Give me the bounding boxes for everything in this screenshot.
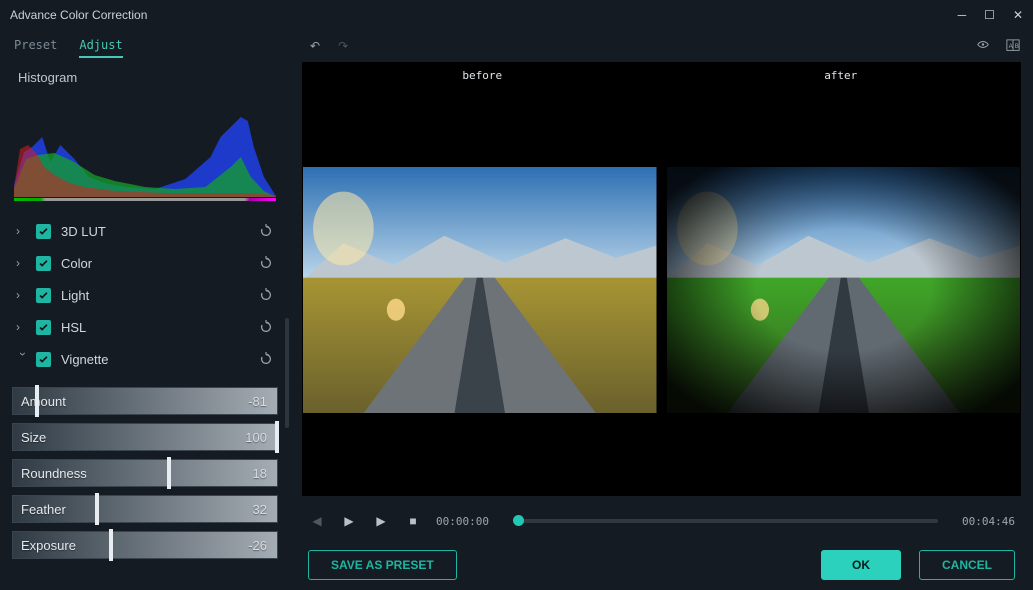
adjust-row-color: › Color	[6, 247, 284, 279]
after-label: after	[662, 63, 1021, 89]
slider-feather[interactable]: Feather 32	[12, 495, 278, 523]
compare-view-icon[interactable]: AB	[1005, 38, 1021, 54]
slider-value: -26	[248, 538, 267, 553]
adjust-label: Vignette	[61, 352, 256, 367]
scrollbar[interactable]	[285, 318, 289, 428]
titlebar: Advance Color Correction ─ ☐ ✕	[0, 0, 1033, 30]
bottom-bar: SAVE AS PRESET OK CANCEL	[290, 540, 1033, 590]
time-current: 00:00:00	[436, 515, 489, 528]
prev-frame-icon: ◀	[308, 512, 326, 530]
left-panel: Preset Adjust Histogram › 3D LUT › Color	[0, 30, 290, 590]
chevron-right-icon[interactable]: ›	[16, 288, 30, 302]
slider-handle[interactable]	[275, 421, 279, 453]
cancel-button[interactable]: CANCEL	[919, 550, 1015, 580]
slider-handle[interactable]	[35, 385, 39, 417]
adjust-list: › 3D LUT › Color › Light › HSL	[0, 209, 290, 385]
adjust-label: 3D LUT	[61, 224, 256, 239]
slider-size[interactable]: Size 100	[12, 423, 278, 451]
slider-exposure[interactable]: Exposure -26	[12, 531, 278, 559]
minimize-icon[interactable]: ─	[958, 8, 967, 22]
adjust-label: Light	[61, 288, 256, 303]
slider-handle[interactable]	[109, 529, 113, 561]
tab-adjust[interactable]: Adjust	[79, 38, 122, 58]
checkbox-color[interactable]	[36, 256, 51, 271]
slider-value: 100	[245, 430, 267, 445]
redo-icon: ↷	[338, 39, 348, 53]
slider-handle[interactable]	[167, 457, 171, 489]
slider-roundness[interactable]: Roundness 18	[12, 459, 278, 487]
time-total: 00:04:46	[962, 515, 1015, 528]
after-pane	[667, 167, 1021, 413]
before-pane	[303, 167, 657, 413]
chevron-right-icon[interactable]: ›	[16, 320, 30, 334]
checkbox-vignette[interactable]	[36, 352, 51, 367]
checkbox-hsl[interactable]	[36, 320, 51, 335]
chevron-right-icon[interactable]: ›	[16, 224, 30, 238]
reset-icon[interactable]	[256, 285, 276, 305]
chevron-down-icon[interactable]: ›	[16, 352, 30, 366]
undo-icon[interactable]: ↶	[310, 39, 320, 53]
slider-amount[interactable]: Amount -81	[12, 387, 278, 415]
compare-preview: before after	[302, 62, 1021, 496]
adjust-label: Color	[61, 256, 256, 271]
window-title: Advance Color Correction	[10, 8, 147, 22]
slider-label: Amount	[21, 394, 66, 409]
stop-icon[interactable]: ■	[404, 512, 422, 530]
slider-label: Feather	[21, 502, 66, 517]
adjust-row-vignette: › Vignette	[6, 343, 284, 375]
eye-icon[interactable]	[975, 38, 991, 54]
histogram	[14, 97, 276, 201]
slider-label: Size	[21, 430, 46, 445]
playback-bar: ◀ ▶ ▶ ■ 00:00:00 00:04:46	[290, 502, 1033, 540]
slider-value: -81	[248, 394, 267, 409]
adjust-label: HSL	[61, 320, 256, 335]
reset-icon[interactable]	[256, 253, 276, 273]
vignette-sliders: Amount -81 Size 100 Roundness 18 Feather…	[0, 385, 290, 559]
save-preset-button[interactable]: SAVE AS PRESET	[308, 550, 457, 580]
adjust-row-3dlut: › 3D LUT	[6, 215, 284, 247]
before-label: before	[303, 63, 662, 89]
checkbox-light[interactable]	[36, 288, 51, 303]
slider-handle[interactable]	[95, 493, 99, 525]
slider-value: 32	[253, 502, 267, 517]
tab-preset[interactable]: Preset	[14, 38, 57, 58]
maximize-icon[interactable]: ☐	[984, 8, 995, 22]
timeline-track[interactable]	[513, 519, 938, 523]
slider-value: 18	[253, 466, 267, 481]
play-icon[interactable]: ▶	[372, 512, 390, 530]
reset-icon[interactable]	[256, 221, 276, 241]
reset-icon[interactable]	[256, 349, 276, 369]
chevron-right-icon[interactable]: ›	[16, 256, 30, 270]
adjust-row-light: › Light	[6, 279, 284, 311]
slider-label: Exposure	[21, 538, 76, 553]
reset-icon[interactable]	[256, 317, 276, 337]
panel-tabs: Preset Adjust	[0, 34, 290, 64]
right-panel: ↶ ↷ AB before after	[290, 30, 1033, 590]
histogram-label: Histogram	[0, 64, 290, 91]
next-frame-icon[interactable]: ▶	[340, 512, 358, 530]
slider-label: Roundness	[21, 466, 87, 481]
window-controls: ─ ☐ ✕	[958, 8, 1023, 22]
checkbox-3dlut[interactable]	[36, 224, 51, 239]
adjust-row-hsl: › HSL	[6, 311, 284, 343]
timeline-knob[interactable]	[513, 515, 524, 526]
close-icon[interactable]: ✕	[1013, 8, 1023, 22]
svg-text:B: B	[1015, 43, 1019, 50]
ok-button[interactable]: OK	[821, 550, 901, 580]
